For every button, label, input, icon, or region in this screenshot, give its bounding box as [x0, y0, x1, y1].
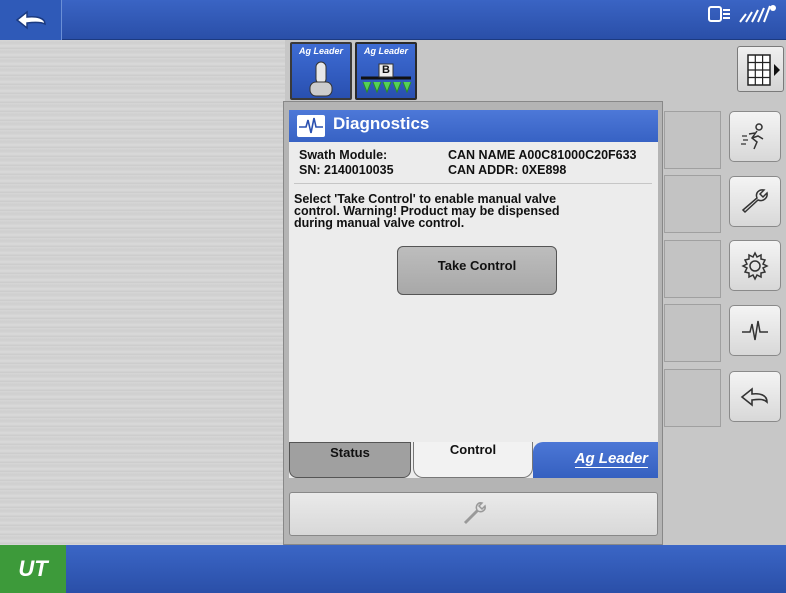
grid-menu-button[interactable]: [737, 46, 784, 92]
diagnostics-button[interactable]: [729, 305, 781, 356]
setup-button[interactable]: [729, 176, 781, 227]
status-icons: [708, 4, 778, 24]
tool-tab-sprayer[interactable]: Ag Leader B: [355, 42, 417, 100]
heartbeat-icon: [297, 115, 325, 137]
back-button-side[interactable]: [729, 371, 781, 422]
footer-bar: [0, 545, 786, 593]
wrench-icon: [463, 502, 486, 525]
divider: [294, 183, 652, 184]
tab-brand-label: Ag Leader: [298, 46, 343, 56]
tab-brand-label: Ag Leader: [363, 46, 408, 56]
joystick-icon: [309, 61, 333, 97]
undo-arrow-icon: [15, 10, 46, 30]
settings-button[interactable]: [729, 240, 781, 291]
take-control-message: Select 'Take Control' to enable manual v…: [294, 193, 649, 230]
operator-button[interactable]: [729, 111, 781, 162]
wrench-icon: [741, 188, 768, 213]
satellite-signal-icon: [739, 5, 776, 23]
ag-leader-logo: Ag Leader: [574, 450, 648, 468]
swath-module-label: Swath Module:: [299, 148, 388, 162]
brand-logo-tab: Ag Leader: [533, 442, 658, 478]
side-slot: [664, 111, 721, 169]
grid-menu-icon: [747, 54, 780, 86]
background-metal: [0, 40, 285, 545]
display-icon: [708, 6, 730, 22]
side-slot: [664, 369, 721, 427]
tab-control[interactable]: Control: [413, 442, 533, 478]
side-slot: [664, 240, 721, 298]
can-name: CAN NAME A00C81000C20F633: [448, 148, 637, 162]
panel-title-bar: Diagnostics: [289, 110, 658, 142]
heartbeat-icon: [742, 320, 768, 340]
side-slot: [664, 304, 721, 362]
tab-status[interactable]: Status: [289, 442, 411, 478]
gear-icon: [741, 250, 769, 281]
message-line: during manual valve control.: [294, 216, 465, 230]
top-bar: [0, 0, 786, 40]
take-control-button[interactable]: Take Control: [397, 246, 557, 295]
can-address: CAN ADDR: 0XE898: [448, 163, 567, 177]
ut-button[interactable]: UT: [0, 545, 66, 593]
runner-icon: [741, 122, 764, 149]
back-button[interactable]: [0, 0, 62, 40]
side-slot: [664, 175, 721, 233]
back-arrow-icon: [740, 386, 768, 407]
tool-tab-joystick[interactable]: Ag Leader: [290, 42, 352, 100]
serial-number: SN: 2140010035: [299, 163, 394, 177]
panel-title: Diagnostics: [333, 114, 430, 133]
sprayer-badge: B: [382, 64, 390, 76]
bottom-wrench-button[interactable]: [289, 492, 658, 536]
